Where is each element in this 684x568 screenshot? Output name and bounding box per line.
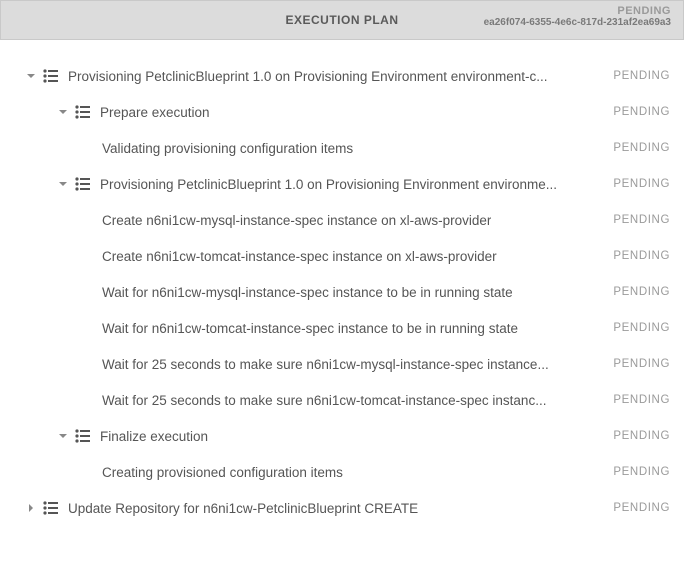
status-badge: PENDING bbox=[580, 142, 670, 154]
tree-node[interactable]: Provisioning PetclinicBlueprint 1.0 on P… bbox=[10, 58, 674, 94]
list-icon bbox=[74, 103, 92, 121]
tree-node[interactable]: Prepare execution PENDING bbox=[10, 94, 674, 130]
tree-leaf[interactable]: Wait for n6ni1cw-tomcat-instance-spec in… bbox=[10, 310, 674, 346]
tree-leaf[interactable]: Validating provisioning configuration it… bbox=[10, 130, 674, 166]
list-icon bbox=[74, 175, 92, 193]
status-badge: PENDING bbox=[580, 286, 670, 298]
chevron-down-icon[interactable] bbox=[56, 179, 70, 189]
tree-node-label: Create n6ni1cw-mysql-instance-spec insta… bbox=[102, 213, 491, 228]
chevron-down-icon[interactable] bbox=[56, 107, 70, 117]
status-badge: PENDING bbox=[580, 178, 670, 190]
status-badge: PENDING bbox=[580, 106, 670, 118]
status-badge: PENDING bbox=[580, 322, 670, 334]
tree-leaf[interactable]: Wait for 25 seconds to make sure n6ni1cw… bbox=[10, 382, 674, 418]
tree-node-label: Wait for 25 seconds to make sure n6ni1cw… bbox=[102, 393, 546, 408]
status-badge: PENDING bbox=[580, 70, 670, 82]
tree-node[interactable]: Update Repository for n6ni1cw-PetclinicB… bbox=[10, 490, 674, 526]
status-badge: PENDING bbox=[580, 214, 670, 226]
tree-node-label: Validating provisioning configuration it… bbox=[102, 141, 353, 156]
status-badge: PENDING bbox=[580, 250, 670, 262]
chevron-down-icon[interactable] bbox=[56, 431, 70, 441]
tree-leaf[interactable]: Create n6ni1cw-tomcat-instance-spec inst… bbox=[10, 238, 674, 274]
tree-node-label: Update Repository for n6ni1cw-PetclinicB… bbox=[68, 501, 418, 516]
list-icon bbox=[42, 67, 60, 85]
tree-node-label: Wait for n6ni1cw-tomcat-instance-spec in… bbox=[102, 321, 518, 336]
tree-leaf[interactable]: Wait for 25 seconds to make sure n6ni1cw… bbox=[10, 346, 674, 382]
tree-node-label: Wait for 25 seconds to make sure n6ni1cw… bbox=[102, 357, 549, 372]
header-id: ea26f074-6355-4e6c-817d-231af2ea69a3 bbox=[484, 17, 671, 28]
status-badge: PENDING bbox=[580, 502, 670, 514]
chevron-down-icon[interactable] bbox=[24, 71, 38, 81]
tree-leaf[interactable]: Creating provisioned configuration items… bbox=[10, 454, 674, 490]
tree-node-label: Creating provisioned configuration items bbox=[102, 465, 343, 480]
header-status: PENDING bbox=[484, 5, 671, 17]
list-icon bbox=[42, 499, 60, 517]
status-badge: PENDING bbox=[580, 466, 670, 478]
tree-node[interactable]: Finalize execution PENDING bbox=[10, 418, 674, 454]
tree-node-label: Provisioning PetclinicBlueprint 1.0 on P… bbox=[68, 69, 548, 84]
tree-node[interactable]: Provisioning PetclinicBlueprint 1.0 on P… bbox=[10, 166, 674, 202]
tree-node-label: Provisioning PetclinicBlueprint 1.0 on P… bbox=[100, 177, 557, 192]
tree-node-label: Create n6ni1cw-tomcat-instance-spec inst… bbox=[102, 249, 497, 264]
status-badge: PENDING bbox=[580, 430, 670, 442]
tree-node-label: Wait for n6ni1cw-mysql-instance-spec ins… bbox=[102, 285, 513, 300]
tree-node-label: Finalize execution bbox=[100, 429, 208, 444]
tree-leaf[interactable]: Wait for n6ni1cw-mysql-instance-spec ins… bbox=[10, 274, 674, 310]
list-icon bbox=[74, 427, 92, 445]
header-bar: EXECUTION PLAN PENDING ea26f074-6355-4e6… bbox=[0, 0, 684, 40]
status-badge: PENDING bbox=[580, 358, 670, 370]
tree-leaf[interactable]: Create n6ni1cw-mysql-instance-spec insta… bbox=[10, 202, 674, 238]
chevron-right-icon[interactable] bbox=[24, 503, 38, 513]
header-meta: PENDING ea26f074-6355-4e6c-817d-231af2ea… bbox=[484, 5, 671, 28]
status-badge: PENDING bbox=[580, 394, 670, 406]
tree-node-label: Prepare execution bbox=[100, 105, 210, 120]
execution-tree: Provisioning PetclinicBlueprint 1.0 on P… bbox=[0, 40, 684, 536]
